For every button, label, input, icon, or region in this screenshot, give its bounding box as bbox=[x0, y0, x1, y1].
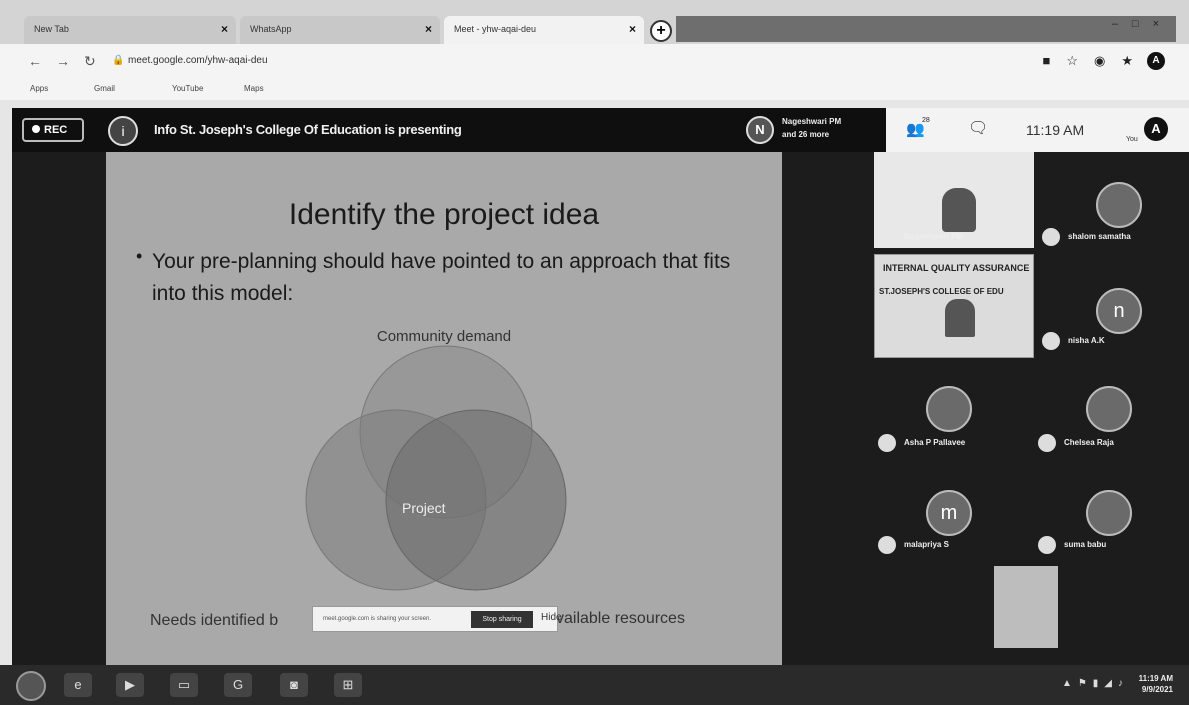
participant-avatar-suma[interactable] bbox=[1086, 490, 1132, 536]
window-icon[interactable]: ⊞ bbox=[334, 673, 362, 697]
mic-off-icon bbox=[1042, 332, 1060, 350]
participant-avatar: N bbox=[746, 116, 774, 144]
participant-name: nisha A.K bbox=[1068, 336, 1105, 345]
meet-top-bar: REC i Info St. Joseph's College Of Educa… bbox=[12, 108, 1189, 152]
slide-title: Identify the project idea bbox=[288, 198, 600, 231]
profile-avatar[interactable]: A bbox=[1147, 52, 1165, 70]
participant-name: suma babu bbox=[1064, 540, 1107, 549]
taskbar-date: 9/9/2021 bbox=[1141, 685, 1173, 694]
participant-video-tile[interactable] bbox=[994, 566, 1058, 648]
tab-meet[interactable]: Meet - yhw-aqai-deu × bbox=[444, 16, 644, 44]
tab-label: New Tab bbox=[34, 24, 69, 34]
meet-controls: 👥 28 🗨 11:19 AM You A bbox=[886, 108, 1189, 152]
venn-label-needs: Needs identified b bbox=[150, 612, 279, 629]
browser-tab-bar: New Tab × WhatsApp × Meet - yhw-aqai-deu… bbox=[0, 0, 1189, 44]
participant-name: Asha P Pallavee bbox=[904, 438, 966, 447]
bookmarks-bar: Apps Gmail YouTube Maps bbox=[0, 78, 1189, 100]
close-icon[interactable]: × bbox=[221, 22, 228, 36]
presenter-avatar: i bbox=[108, 116, 138, 146]
browser-icon[interactable]: e bbox=[64, 673, 92, 697]
banner-line-2: ST.JOSEPH'S COLLEGE OF EDU bbox=[879, 287, 1004, 296]
participant-name: Nageshwari PM bbox=[782, 117, 842, 126]
bookmark-gmail[interactable]: Gmail bbox=[94, 84, 115, 93]
taskbar-clock[interactable]: 11:19 AM 9/9/2021 bbox=[1139, 673, 1173, 695]
bookmark-maps[interactable]: Maps bbox=[244, 84, 264, 93]
address-bar[interactable]: meet.google.com/yhw-aqai-deu bbox=[128, 55, 268, 66]
banner-line-1: INTERNAL QUALITY ASSURANCE bbox=[883, 263, 1030, 273]
stop-sharing-button[interactable]: Stop sharing bbox=[471, 611, 533, 628]
window-controls[interactable]: –□× bbox=[1112, 18, 1173, 30]
start-button[interactable] bbox=[16, 671, 46, 701]
banner-video-tile[interactable]: INTERNAL QUALITY ASSURANCE ST.JOSEPH'S C… bbox=[874, 254, 1034, 358]
slide-bullet: Your pre-planning should have pointed to… bbox=[152, 250, 731, 305]
browser-toolbar: ← → ↻ 🔒 meet.google.com/yhw-aqai-deu ■☆◉… bbox=[0, 44, 1189, 78]
tab-strip-area bbox=[676, 16, 1176, 42]
participant-name: shalom samatha bbox=[1068, 232, 1131, 241]
app-icon[interactable]: ◙ bbox=[280, 673, 308, 697]
tab-whatsapp[interactable]: WhatsApp × bbox=[240, 16, 440, 44]
share-notice: meet.google.com is sharing your screen. bbox=[323, 616, 432, 622]
participant-avatar-malapriya[interactable]: m bbox=[926, 490, 972, 536]
participant-avatar-asha[interactable] bbox=[926, 386, 972, 432]
pinned-participant-name: Nageshwari PM bbox=[904, 232, 964, 241]
folder-icon[interactable]: ▭ bbox=[170, 673, 198, 697]
chat-icon[interactable]: 🗨 bbox=[968, 118, 988, 138]
media-player-icon[interactable]: ▶ bbox=[116, 673, 144, 697]
mic-off-icon bbox=[1038, 434, 1056, 452]
self-avatar[interactable]: A bbox=[1144, 117, 1168, 141]
tab-new-tab[interactable]: New Tab × bbox=[24, 16, 236, 44]
record-dot-icon bbox=[32, 125, 40, 133]
venn-diagram bbox=[305, 345, 567, 591]
presenting-text: Info St. Joseph's College Of Education i… bbox=[154, 122, 462, 137]
chrome-icon[interactable]: G bbox=[224, 673, 252, 697]
participant-video bbox=[945, 299, 975, 337]
recording-badge: REC bbox=[22, 118, 84, 142]
hide-button[interactable]: Hide bbox=[541, 612, 562, 623]
meeting-clock: 11:19 AM bbox=[1026, 122, 1085, 138]
people-count: 28 bbox=[922, 117, 930, 124]
extension-icons[interactable]: ■☆◉★ bbox=[1042, 53, 1149, 69]
screen-share-bar: meet.google.com is sharing your screen. … bbox=[312, 606, 562, 632]
participant-name: Chelsea Raja bbox=[1064, 438, 1114, 447]
close-icon[interactable]: × bbox=[425, 22, 432, 36]
mic-off-icon bbox=[878, 536, 896, 554]
mic-off-icon bbox=[1042, 228, 1060, 246]
tab-label: WhatsApp bbox=[250, 24, 292, 34]
recording-label: REC bbox=[44, 124, 68, 136]
venn-label-resources: vailable resources bbox=[556, 610, 685, 627]
you-label: You bbox=[1126, 136, 1138, 143]
presentation-slide: Identify the project idea • Your pre-pla… bbox=[106, 152, 782, 665]
back-arrow-icon[interactable]: ← bbox=[28, 53, 42, 69]
venn-label-project: Project bbox=[402, 500, 446, 516]
reload-icon[interactable]: ↻ bbox=[84, 53, 96, 70]
participants-more: and 26 more bbox=[782, 130, 830, 139]
mic-off-icon bbox=[878, 434, 896, 452]
lock-icon[interactable]: 🔒 bbox=[112, 55, 124, 66]
bookmark-apps[interactable]: Apps bbox=[30, 84, 48, 93]
participant-avatar-chelsea[interactable] bbox=[1086, 386, 1132, 432]
os-taskbar: e ▶ ▭ G ◙ ⊞ ▲⚑▮◢♪ 11:19 AM 9/9/2021 bbox=[0, 665, 1189, 705]
mic-off-icon bbox=[1038, 536, 1056, 554]
participant-video bbox=[942, 188, 976, 232]
meet-window: REC i Info St. Joseph's College Of Educa… bbox=[12, 108, 1189, 665]
participant-avatar-shalom[interactable] bbox=[1096, 182, 1142, 228]
tab-label: Meet - yhw-aqai-deu bbox=[454, 24, 537, 34]
bookmark-youtube[interactable]: YouTube bbox=[172, 84, 203, 93]
participant-avatar-nisha[interactable]: n bbox=[1096, 288, 1142, 334]
forward-arrow-icon[interactable]: → bbox=[56, 53, 70, 69]
close-icon[interactable]: × bbox=[629, 22, 636, 36]
system-tray[interactable]: ▲⚑▮◢♪ bbox=[1062, 678, 1129, 689]
participant-name: malapriya S bbox=[904, 540, 949, 549]
taskbar-time: 11:19 AM bbox=[1138, 674, 1173, 683]
bullet-icon: • bbox=[136, 246, 143, 266]
new-tab-button[interactable]: + bbox=[650, 20, 672, 42]
